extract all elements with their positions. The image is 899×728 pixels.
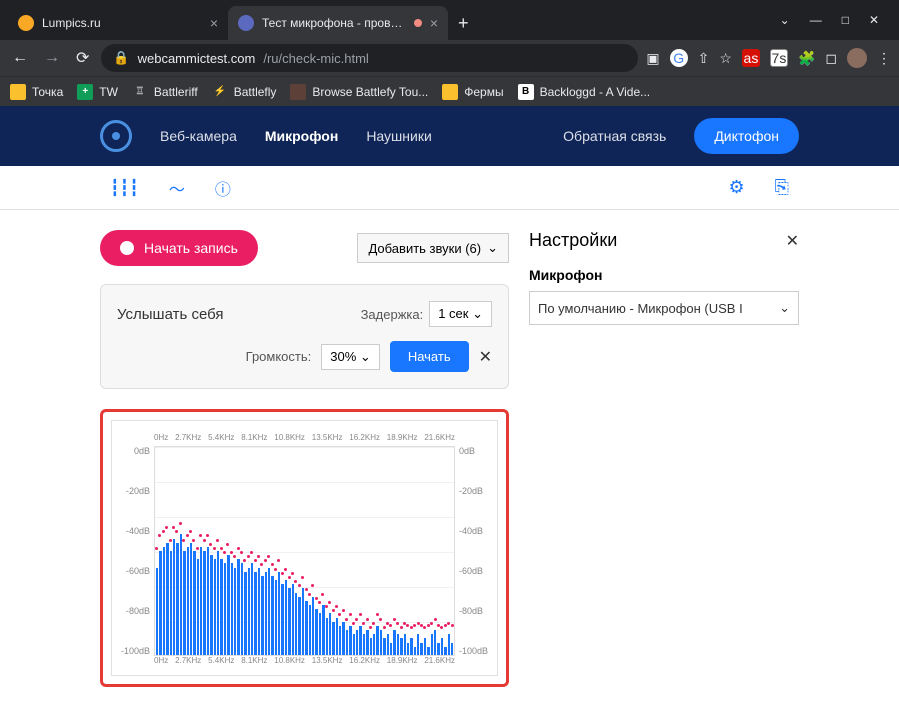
chevron-down-icon: ⌄ — [472, 306, 483, 321]
hear-yourself-panel: Услышать себя Задержка: 1 сек ⌄ Громкост… — [100, 284, 509, 389]
mic-label: Микрофон — [529, 267, 799, 283]
main-content: Начать запись Добавить звуки (6) ⌄ Услыш… — [0, 210, 899, 707]
close-icon[interactable]: ✕ — [479, 347, 492, 367]
back-button[interactable]: ← — [8, 45, 32, 71]
record-dot-icon — [120, 241, 134, 255]
site-navbar: Веб-камера Микрофон Наушники Обратная св… — [0, 106, 899, 166]
delay-label: Задержка: — [361, 307, 424, 322]
bookmark-battlefly[interactable]: ⚡Battlefly — [212, 84, 277, 100]
url-host: webcammictest.com — [138, 51, 256, 66]
close-window-button[interactable]: ✕ — [869, 13, 879, 27]
volume-label: Громкость: — [246, 349, 312, 364]
recording-indicator-icon — [414, 19, 422, 27]
nav-webcam[interactable]: Веб-камера — [160, 128, 237, 144]
chevron-down-icon: ⌄ — [487, 240, 498, 256]
spectrum-chart: 0Hz2.7KHz5.4KHz8.1KHz10.8KHz13.5KHz16.2K… — [111, 420, 498, 676]
left-column: Начать запись Добавить звуки (6) ⌄ Услыш… — [100, 230, 509, 687]
menu-icon[interactable]: ⋮ — [877, 50, 891, 67]
tab-title: Тест микрофона - проверка — [262, 16, 406, 30]
y-axis-right: 0dB-20dB-40dB-60dB-80dB-100dB — [455, 446, 491, 656]
settings-title: Настройки — [529, 230, 617, 251]
close-icon[interactable]: ✕ — [786, 231, 799, 251]
x-axis-top: 0Hz2.7KHz5.4KHz8.1KHz10.8KHz13.5KHz16.2K… — [118, 433, 491, 446]
extension-lastfm-icon[interactable]: as — [742, 49, 760, 67]
extension-icons: ▣ G ⇧ ☆ as 7s 🧩 ◻ ⋮ — [646, 48, 891, 68]
nav-headphones[interactable]: Наушники — [366, 128, 431, 144]
recorder-button[interactable]: Диктофон — [694, 118, 799, 154]
camera-icon[interactable]: ▣ — [646, 50, 659, 67]
forward-button[interactable]: → — [40, 45, 64, 71]
lock-icon: 🔒 — [113, 50, 129, 66]
y-axis-left: 0dB-20dB-40dB-60dB-80dB-100dB — [118, 446, 154, 656]
close-icon[interactable]: × — [210, 15, 218, 31]
extension-7s-icon[interactable]: 7s — [770, 49, 788, 67]
bars-view-icon[interactable]: ┇┇┇ — [110, 178, 139, 198]
share-icon[interactable]: ⇧ — [698, 50, 710, 67]
x-axis-bottom: 0Hz2.7KHz5.4KHz8.1KHz10.8KHz13.5KHz16.2K… — [118, 656, 491, 669]
chevron-down-icon[interactable]: ⌄ — [780, 13, 790, 27]
puzzle-icon[interactable]: 🧩 — [798, 50, 815, 67]
chevron-down-icon: ⌄ — [779, 300, 790, 316]
exit-icon[interactable]: ⎘ — [775, 177, 789, 198]
favicon-mictest — [238, 15, 254, 31]
browser-tab-lumpics[interactable]: Lumpics.ru × — [8, 6, 228, 40]
nav-feedback[interactable]: Обратная связь — [563, 128, 666, 144]
spectrum-plot — [154, 446, 455, 656]
page-content: Веб-камера Микрофон Наушники Обратная св… — [0, 106, 899, 728]
browser-tab-mictest[interactable]: Тест микрофона - проверка × — [228, 6, 448, 40]
bookmark-battlefy[interactable]: Browse Battlefy Tou... — [290, 84, 428, 100]
reload-button[interactable]: ⟳ — [72, 44, 93, 72]
info-icon[interactable]: ⓘ — [215, 176, 231, 200]
chevron-down-icon: ⌄ — [360, 349, 371, 364]
favicon-lumpics — [18, 15, 34, 31]
volume-select[interactable]: 30% ⌄ — [321, 344, 380, 370]
view-toolbar: ┇┇┇ 〜 ⓘ ⚙ ⎘ — [0, 166, 899, 210]
site-logo-icon[interactable] — [100, 120, 132, 152]
google-icon[interactable]: G — [670, 49, 688, 67]
window-controls: ⌄ — □ ✕ — [760, 13, 899, 27]
device-select[interactable]: По умолчанию - Микрофон (USB I ⌄ — [529, 291, 799, 325]
maximize-button[interactable]: □ — [842, 13, 849, 27]
bookmark-fermy[interactable]: Фермы — [442, 84, 503, 100]
minimize-button[interactable]: — — [810, 13, 822, 27]
bookmark-tochka[interactable]: Точка — [10, 84, 63, 100]
close-icon[interactable]: × — [430, 15, 438, 31]
new-tab-button[interactable]: + — [448, 13, 479, 34]
bookmark-backloggd[interactable]: BBackloggd - A Vide... — [518, 84, 651, 100]
spectrum-chart-highlight: 0Hz2.7KHz5.4KHz8.1KHz10.8KHz13.5KHz16.2K… — [100, 409, 509, 687]
address-bar: ← → ⟳ 🔒 webcammictest.com/ru/check-mic.h… — [0, 40, 899, 76]
profile-avatar[interactable] — [847, 48, 867, 68]
start-button[interactable]: Начать — [390, 341, 469, 372]
record-button[interactable]: Начать запись — [100, 230, 258, 266]
gear-icon[interactable]: ⚙ — [728, 177, 744, 198]
settings-panel: Настройки ✕ Микрофон По умолчанию - Микр… — [529, 230, 799, 687]
tab-title: Lumpics.ru — [42, 16, 202, 30]
hear-yourself-title: Услышать себя — [117, 306, 224, 323]
url-input[interactable]: 🔒 webcammictest.com/ru/check-mic.html — [101, 44, 638, 72]
browser-tabs: Lumpics.ru × Тест микрофона - проверка ×… — [0, 6, 479, 40]
nav-microphone[interactable]: Микрофон — [265, 128, 338, 144]
bookmarks-bar: Точка +TW ♖Battleriff ⚡Battlefly Browse … — [0, 76, 899, 106]
tabs-icon[interactable]: ◻ — [825, 50, 837, 67]
url-path: /ru/check-mic.html — [263, 51, 368, 66]
line-view-icon[interactable]: 〜 — [169, 176, 185, 200]
delay-select[interactable]: 1 сек ⌄ — [429, 301, 492, 327]
browser-titlebar: Lumpics.ru × Тест микрофона - проверка ×… — [0, 0, 899, 40]
add-sounds-select[interactable]: Добавить звуки (6) ⌄ — [357, 233, 509, 263]
bookmark-tw[interactable]: +TW — [77, 84, 118, 100]
bookmark-battleriff[interactable]: ♖Battleriff — [132, 84, 198, 100]
star-icon[interactable]: ☆ — [719, 50, 732, 67]
